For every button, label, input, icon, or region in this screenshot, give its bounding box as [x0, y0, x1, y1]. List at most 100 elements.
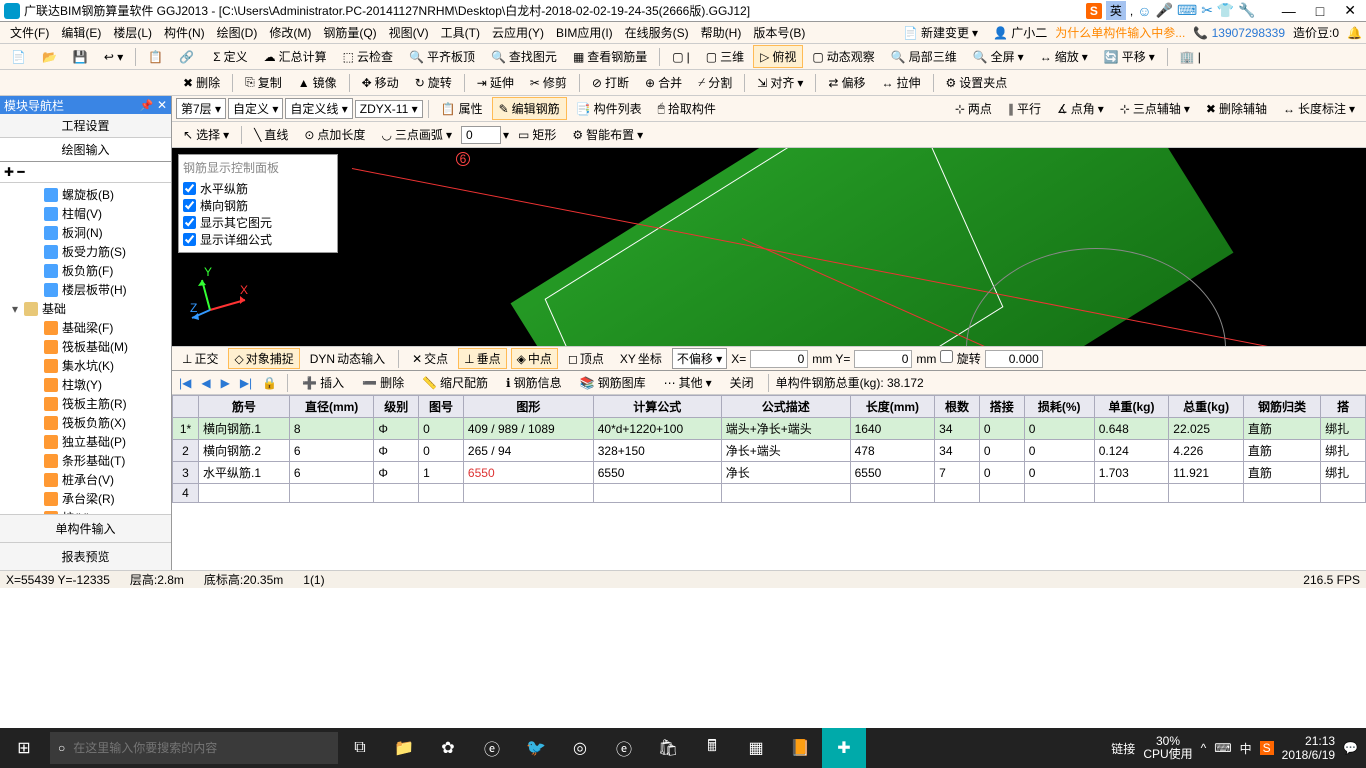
fan-icon[interactable]: ✿ [426, 728, 470, 768]
ime-lang[interactable]: 英 [1106, 1, 1126, 20]
tree-item[interactable]: 条形基础(T) [2, 451, 169, 470]
edit-rebar-button[interactable]: ✎ 编辑钢筋 [492, 97, 567, 120]
tray-clock[interactable]: 21:132018/6/19 [1282, 734, 1335, 763]
top-view-button[interactable]: ▢ 三维 [699, 45, 751, 68]
rotate-check[interactable]: 旋转 [940, 350, 980, 367]
menu-modify[interactable]: 修改(M) [263, 24, 317, 41]
pan-button[interactable]: ↔ 缩放 ▾ [1033, 45, 1095, 68]
component-list-button[interactable]: 📑 构件列表 [569, 97, 649, 120]
snap-intersect[interactable]: ✕ 交点 [406, 348, 454, 369]
expand-icon[interactable]: ✚ [4, 165, 14, 179]
align-button[interactable]: ⇲ 对齐 ▾ [750, 71, 810, 94]
rebar-lib-button[interactable]: 📚 钢筋图库 [573, 371, 653, 394]
orbit-button[interactable]: ▷ 俯视 [753, 45, 803, 68]
menu-bim[interactable]: BIM应用(I) [550, 24, 619, 41]
other-button[interactable]: ⋯ 其他 ▾ [657, 371, 719, 394]
open-button[interactable]: 📂 [35, 47, 64, 67]
single-input-tab[interactable]: 单构件输入 [0, 514, 171, 542]
ie-icon[interactable]: ⓔ [602, 728, 646, 768]
ime-keyboard-icon[interactable]: ⌨ [1177, 2, 1197, 19]
tree-item[interactable]: 螺旋板(B) [2, 185, 169, 204]
search-input[interactable] [73, 741, 330, 755]
split-button[interactable]: ⌿ 分割 [691, 71, 739, 94]
maximize-button[interactable]: □ [1310, 3, 1330, 19]
close-panel-button[interactable]: 关闭 [723, 371, 761, 394]
stretch-button[interactable]: ↔ 拉伸 [874, 71, 927, 94]
find-element-button[interactable]: 🔍 平齐板顶 [402, 45, 482, 68]
menu-tool[interactable]: 工具(T) [435, 24, 486, 41]
app2-icon[interactable]: 📙 [778, 728, 822, 768]
batch-select-button[interactable]: ▦ 查看钢筋量 [566, 45, 654, 68]
tray-link[interactable]: 链接 [1111, 740, 1135, 757]
ime-scissor-icon[interactable]: ✂ [1201, 2, 1213, 19]
dimension-button[interactable]: ↔ 长度标注 ▾ [1276, 97, 1362, 120]
rotate-button[interactable]: ↻ 旋转 [408, 71, 459, 94]
tray-ime-icon[interactable]: ⌨ [1214, 741, 1231, 755]
table-row[interactable]: 1*横向钢筋.18Φ0409 / 989 / 108940*d+1220+100… [173, 418, 1366, 440]
nav-prev[interactable]: ◀ [198, 376, 213, 390]
chk-other[interactable]: 显示其它图元 [183, 214, 333, 231]
fullscreen-button[interactable]: 🔍 局部三维 [884, 45, 964, 68]
menu-version[interactable]: 版本号(B) [747, 24, 811, 41]
view-rebar-button[interactable]: 🔍 查找图元 [484, 45, 564, 68]
tray-sogou[interactable]: S [1260, 741, 1274, 755]
code-dropdown[interactable]: ZDYX-11 ▾ [355, 100, 423, 118]
extend-button[interactable]: ⇥ 延伸 [470, 71, 521, 94]
pin-icon[interactable]: 📌 [140, 100, 154, 112]
save-button[interactable]: 💾 [66, 47, 95, 67]
tree-item[interactable]: 筏板基础(M) [2, 337, 169, 356]
parallel-button[interactable]: ∥ 平行 [1001, 97, 1048, 120]
tree-item[interactable]: 楼层板带(H) [2, 280, 169, 299]
move-button[interactable]: ✥ 移动 [355, 71, 406, 94]
three-point-axis-button[interactable]: ⊹ 三点辅轴 ▾ [1113, 97, 1197, 120]
ime-mic-icon[interactable]: 🎤 [1156, 2, 1173, 19]
minimize-button[interactable]: — [1276, 3, 1302, 19]
tree-item[interactable]: 板洞(N) [2, 223, 169, 242]
user-label[interactable]: 👤 广小二 [993, 24, 1047, 41]
merge-button[interactable]: ⊕ 合并 [638, 71, 689, 94]
tree-item[interactable]: 独立基础(P) [2, 432, 169, 451]
rebar-table[interactable]: 筋号直径(mm)级别图号图形计算公式公式描述长度(mm)根数搭接损耗(%)单重(… [172, 395, 1366, 503]
type-dropdown[interactable]: 自定义线 ▾ [285, 98, 352, 119]
scale-rebar-button[interactable]: 📏 缩尺配筋 [415, 371, 495, 394]
osnap-toggle[interactable]: ◇ 对象捕捉 [228, 348, 299, 369]
sogou-icon[interactable]: S [1086, 3, 1102, 19]
trim-button[interactable]: ✂ 修剪 [523, 71, 574, 94]
3d-button[interactable]: ▢ | [665, 47, 696, 67]
chk-detail[interactable]: 显示详细公式 [183, 231, 333, 248]
table-row[interactable]: 3水平纵筋.16Φ165506550净长65507001.70311.921直筋… [173, 462, 1366, 484]
snap-mid[interactable]: ◈ 中点 [511, 348, 558, 369]
nav-tab-project[interactable]: 工程设置 [0, 114, 171, 138]
menu-draw[interactable]: 绘图(D) [211, 24, 264, 41]
tree-item[interactable]: ▾基础 [2, 299, 169, 318]
start-button[interactable]: ⊞ [0, 728, 48, 768]
tree-item[interactable]: 基础梁(F) [2, 318, 169, 337]
chk-trans[interactable]: 横向钢筋 [183, 197, 333, 214]
nav-next[interactable]: ▶ [218, 376, 233, 390]
ortho-toggle[interactable]: ⊥ 正交 [176, 348, 224, 369]
nav-first[interactable]: |◀ [176, 376, 194, 390]
copy-button[interactable]: ⎘ 复制 [238, 71, 289, 94]
menu-help[interactable]: 帮助(H) [695, 24, 748, 41]
rebar-info-button[interactable]: ℹ 钢筋信息 [499, 371, 569, 394]
zoom-button[interactable]: 🔍 全屏 ▾ [966, 45, 1031, 68]
offset-dropdown[interactable]: 不偏移 ▾ [672, 348, 727, 369]
menu-online[interactable]: 在线服务(S) [619, 24, 695, 41]
rotate-input[interactable] [985, 350, 1043, 368]
edge-icon[interactable]: ⓔ [470, 728, 514, 768]
tray-cpu[interactable]: 30%CPU使用 [1143, 735, 1192, 761]
delete-axis-button[interactable]: ✖ 删除辅轴 [1199, 97, 1274, 120]
x-input[interactable] [750, 350, 808, 368]
ime-wrench-icon[interactable]: 🔧 [1238, 2, 1255, 19]
collapse-icon[interactable]: ━ [17, 165, 24, 179]
local-3d-button[interactable]: ▢ 动态观察 [805, 45, 881, 68]
dyn-input-toggle[interactable]: DYN 动态输入 [304, 348, 391, 369]
hint-link[interactable]: 为什么单构件输入中参... [1055, 24, 1185, 41]
screen-rotate-button[interactable]: 🔄 平移 ▾ [1097, 45, 1162, 68]
menu-edit[interactable]: 编辑(E) [55, 24, 107, 41]
undo-button[interactable]: ↩ ▾ [97, 47, 130, 67]
tree-item[interactable]: 筏板负筋(X) [2, 413, 169, 432]
delete-button[interactable]: ✖ 删除 [176, 71, 227, 94]
3d-viewport[interactable]: 6 钢筋显示控制面板 水平纵筋 横向钢筋 显示其它图元 显示详细公式 X Y Z [172, 148, 1366, 346]
grip-button[interactable]: ⚙ 设置夹点 [939, 71, 1015, 94]
